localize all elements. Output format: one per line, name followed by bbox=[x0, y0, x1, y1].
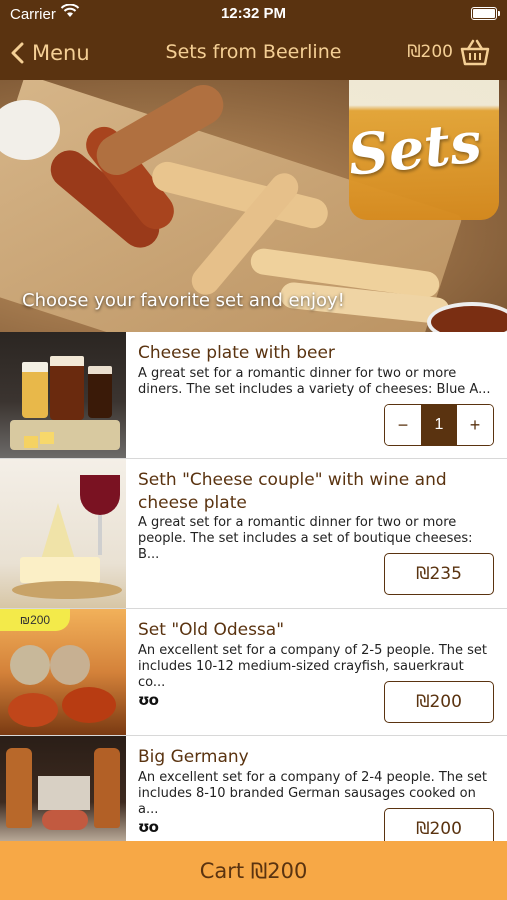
item-description: A great set for a romantic dinner for tw… bbox=[138, 366, 491, 397]
item-name: Set "Old Odessa" bbox=[138, 620, 285, 640]
quantity-stepper[interactable]: − 1 + bbox=[384, 404, 494, 446]
item-name: Seth "Cheese couple" with wine and chees… bbox=[138, 470, 447, 513]
decrement-button[interactable]: − bbox=[385, 405, 421, 445]
list-item[interactable]: Big Germany An excellent set for a compa… bbox=[0, 736, 507, 850]
item-price-badge: ₪200 bbox=[0, 609, 70, 631]
item-thumbnail bbox=[0, 459, 126, 608]
add-to-cart-button[interactable]: ₪235 bbox=[384, 553, 494, 595]
hero-title: Sets bbox=[344, 109, 485, 189]
list-item[interactable]: Seth "Cheese couple" with wine and chees… bbox=[0, 459, 507, 609]
weight-icon: ʊo bbox=[138, 818, 159, 836]
item-thumbnail bbox=[0, 736, 126, 846]
battery-icon bbox=[471, 7, 500, 20]
item-thumbnail bbox=[0, 332, 126, 458]
status-time: 12:32 PM bbox=[220, 5, 287, 22]
hero-subtitle: Choose your favorite set and enjoy! bbox=[22, 290, 345, 311]
item-name: Cheese plate with beer bbox=[138, 343, 335, 363]
basket-icon bbox=[460, 39, 490, 66]
header: Carrier 12:32 PM Menu Sets from Beerline… bbox=[0, 0, 507, 80]
increment-button[interactable]: + bbox=[457, 405, 493, 445]
status-bar: Carrier 12:32 PM bbox=[0, 0, 507, 28]
weight-icon: ʊo bbox=[138, 691, 159, 709]
navigation-bar: Menu Sets from Beerline ₪200 bbox=[0, 32, 507, 72]
list-item[interactable]: ₪200 Set "Old Odessa" An excellent set f… bbox=[0, 609, 507, 736]
header-cart-total: ₪200 bbox=[407, 42, 453, 62]
item-thumbnail: ₪200 bbox=[0, 609, 126, 735]
add-to-cart-button[interactable]: ₪200 bbox=[384, 681, 494, 723]
cart-button[interactable]: Cart ₪200 bbox=[0, 841, 507, 900]
item-name: Big Germany bbox=[138, 747, 249, 767]
quantity-value: 1 bbox=[421, 405, 457, 445]
list-item[interactable]: Cheese plate with beer A great set for a… bbox=[0, 332, 507, 459]
header-cart-button[interactable]: ₪200 bbox=[407, 38, 491, 66]
hero-banner: Sets Choose your favorite set and enjoy! bbox=[0, 80, 507, 332]
